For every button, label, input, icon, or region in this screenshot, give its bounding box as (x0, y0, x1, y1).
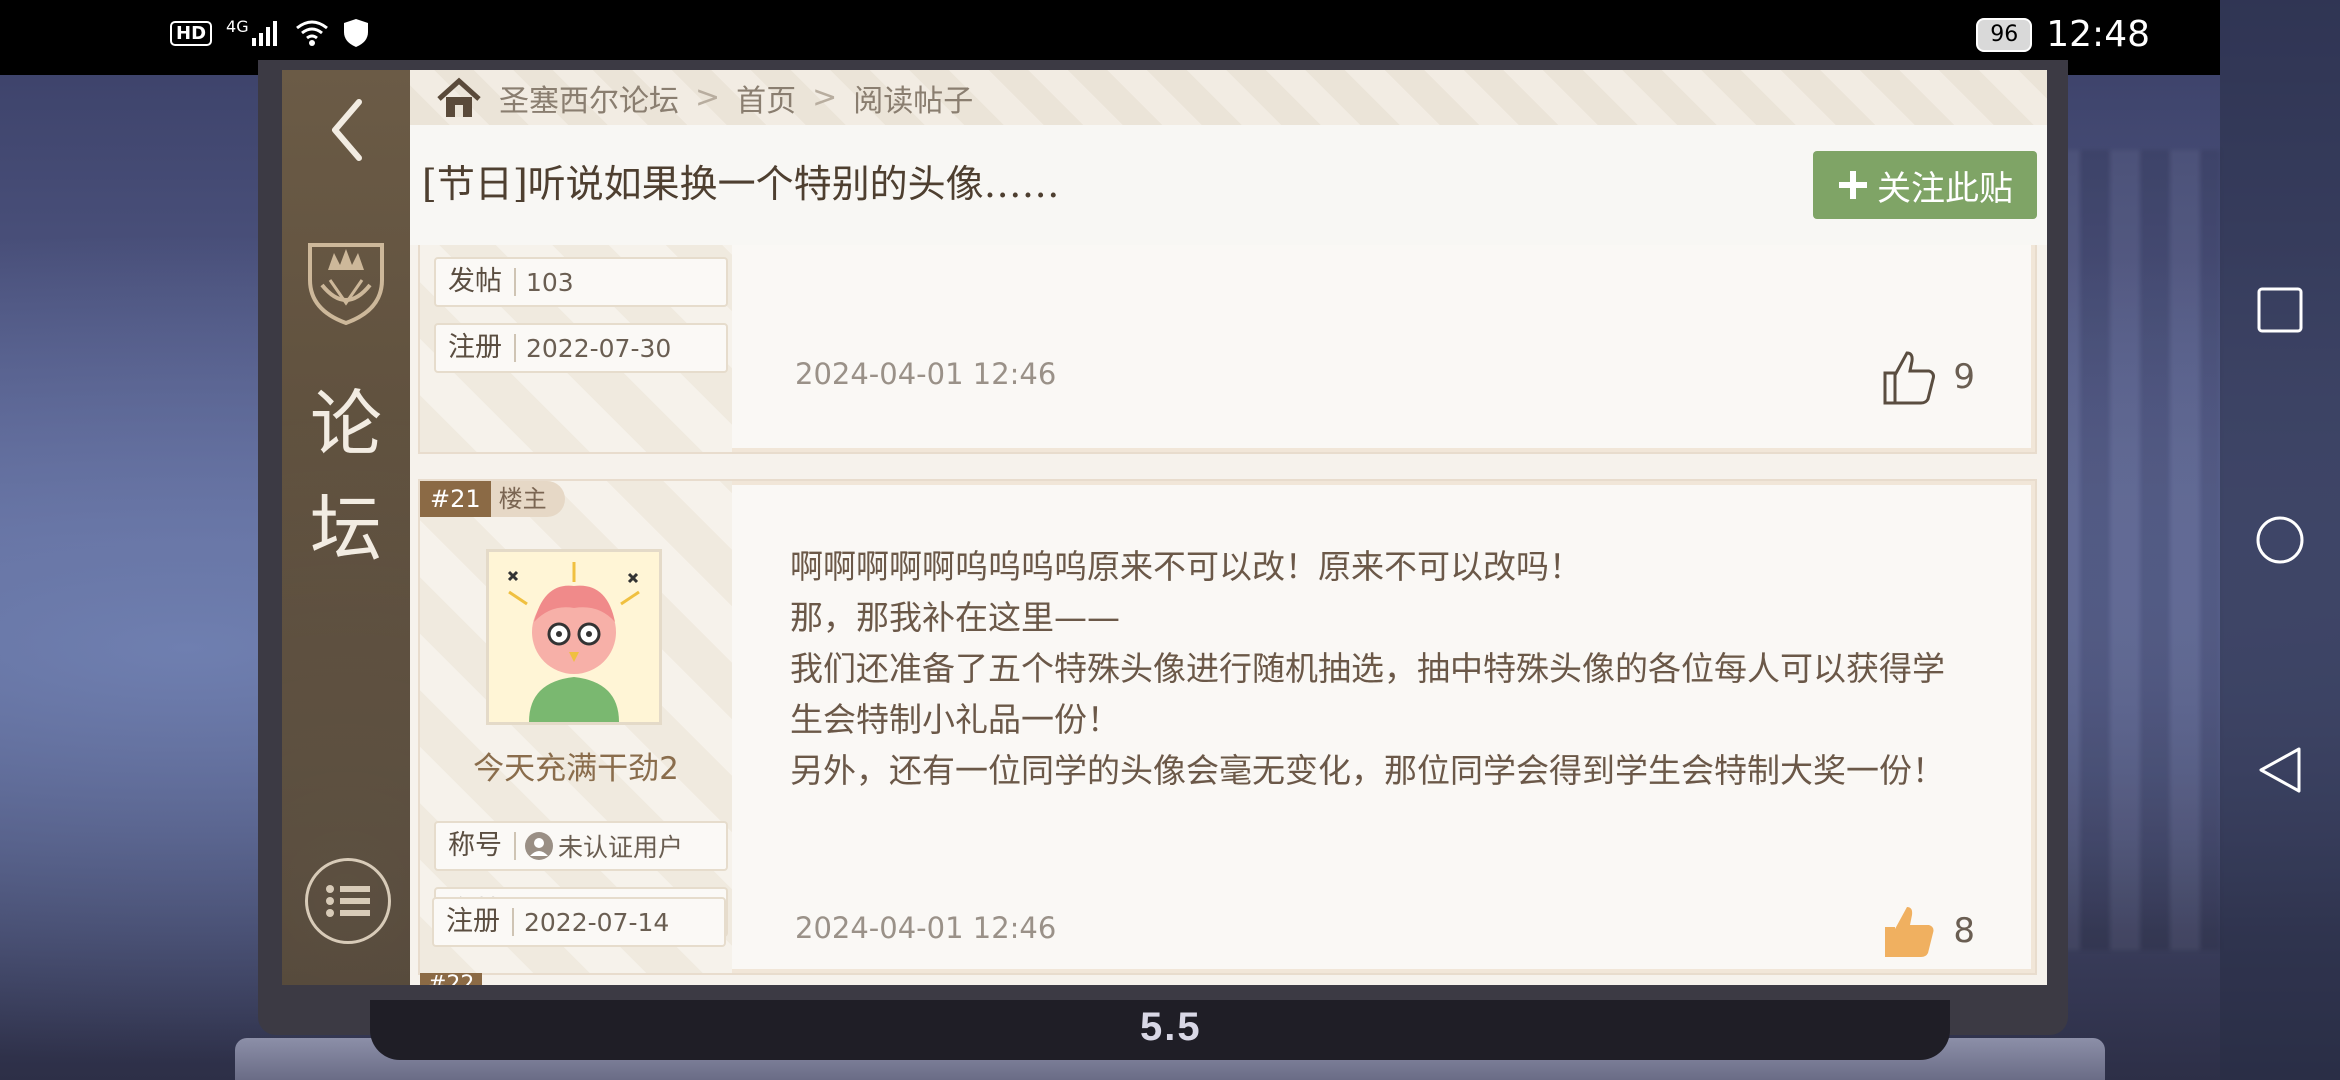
system-nav-bar (2220, 0, 2340, 1080)
left-sidebar: 论 坛 (282, 70, 410, 985)
avatar[interactable] (486, 549, 662, 725)
post-user-pane: 发帖 103 注册 2022-07-30 (420, 245, 732, 452)
triangle-nav-icon[interactable] (2255, 745, 2305, 795)
posts-list: 发帖 103 注册 2022-07-30 2024-04-01 12:46 9 … (410, 245, 2047, 985)
post-card: 发帖 103 注册 2022-07-30 2024-04-01 12:46 9 (418, 245, 2037, 454)
post-body-line: 生会特制小礼品一份！ (790, 700, 1120, 739)
circle-nav-icon[interactable] (2255, 515, 2305, 565)
home-icon[interactable] (435, 77, 483, 119)
floor-badge: #21 楼主 (420, 481, 565, 517)
menu-list-icon[interactable] (305, 858, 391, 944)
like-button[interactable]: 8 (1879, 901, 1975, 961)
hd-indicator: HD (170, 20, 213, 46)
plus-icon (1839, 171, 1867, 199)
breadcrumb-current: 阅读帖子 (853, 83, 974, 119)
back-arrow-icon[interactable] (317, 90, 377, 170)
clock: 12:48 (2046, 14, 2150, 55)
shield-icon (343, 19, 368, 47)
wifi-icon (295, 20, 328, 46)
network-type: 4G (226, 16, 249, 36)
post-body-line: 我们还准备了五个特殊头像进行随机抽选，抽中特殊头像的各位每人可以获得学 (790, 649, 1945, 688)
post-body: 啊啊啊啊啊呜呜呜呜原来不可以改！原来不可以改吗！ 那，那我补在这里—— 我们还准… (790, 541, 2010, 796)
post-body-line: 啊啊啊啊啊呜呜呜呜原来不可以改！原来不可以改吗！ (790, 547, 1582, 586)
op-tag: 楼主 (490, 481, 565, 517)
user-stat-registered: 注册 2022-07-14 (432, 897, 726, 947)
crest-icon (308, 243, 384, 325)
battery-indicator: 96 (1976, 17, 2033, 52)
breadcrumb-forum[interactable]: 圣塞西尔论坛 (499, 76, 679, 120)
forum-screen: 论 坛 圣塞西尔论坛 > 首页 > 阅读帖子 [节日]听说如果换一个特别的头像…… (282, 70, 2047, 985)
breadcrumb-home[interactable]: 首页 (736, 76, 796, 120)
breadcrumb-separator: > (695, 80, 721, 115)
user-badge-icon (525, 832, 553, 860)
user-stat-title: 称号 未认证用户 (434, 821, 728, 871)
thread-title-bar: [节日]听说如果换一个特别的头像…… 关注此贴 (410, 125, 2047, 247)
breadcrumb-separator: > (812, 80, 838, 115)
user-stat-posts: 发帖 103 (434, 257, 728, 307)
breadcrumb: 圣塞西尔论坛 > 首页 > 阅读帖子 (410, 70, 2047, 125)
user-stat-registered: 注册 2022-07-30 (434, 323, 728, 373)
thumbs-up-icon (1885, 907, 1934, 957)
post-body-line: 另外，还有一位同学的头像会毫无变化，那位同学会得到学生会特制大奖一份！ (790, 751, 1945, 790)
square-nav-icon[interactable] (2255, 285, 2305, 335)
sidebar-title-char-2: 坛 (309, 487, 382, 571)
post-timestamp: 2024-04-01 12:46 (795, 911, 1057, 945)
post-timestamp: 2024-04-01 12:46 (795, 357, 1057, 391)
sidebar-title-char-1: 论 (309, 382, 382, 466)
thread-title: [节日]听说如果换一个特别的头像…… (422, 162, 1060, 206)
follow-thread-label: 关注此贴 (1877, 169, 2013, 208)
follow-thread-button[interactable]: 关注此贴 (1813, 151, 2037, 219)
floor-number: #21 (420, 481, 491, 517)
next-floor-number: #22 (420, 973, 483, 985)
like-button[interactable]: 9 (1879, 347, 1975, 407)
thumbs-up-icon (1883, 351, 1936, 405)
like-count: 9 (1953, 357, 1975, 397)
laptop-logo: 5.5 (1140, 1005, 1202, 1049)
username[interactable]: 今天充满干劲2 (420, 743, 732, 788)
like-count: 8 (1953, 911, 1975, 951)
post-body-line: 那，那我补在这里—— (790, 598, 1120, 637)
signal-icon (251, 21, 277, 46)
